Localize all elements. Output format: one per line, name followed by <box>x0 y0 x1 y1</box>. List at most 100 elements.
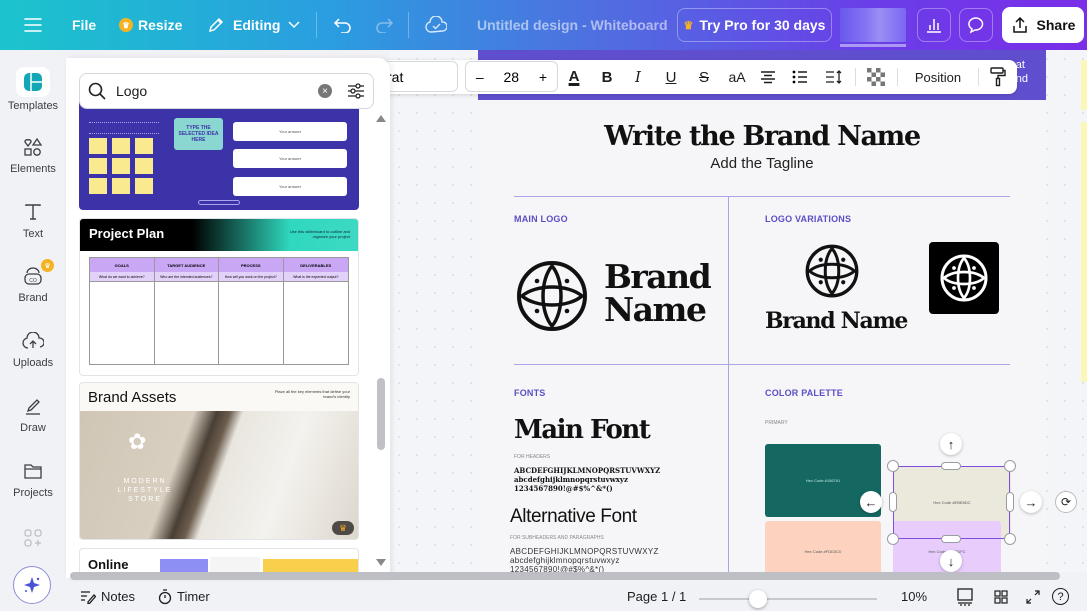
letter-case-button[interactable]: aA <box>725 64 749 90</box>
scroll-up-icon[interactable] <box>376 115 386 122</box>
position-button[interactable]: Position <box>905 64 971 90</box>
rail-item-text[interactable]: Text <box>0 199 66 240</box>
resize-handle[interactable] <box>887 460 899 472</box>
resize-handle[interactable] <box>889 492 897 512</box>
decrease-font-size-button[interactable]: – <box>476 69 484 85</box>
main-menu-button[interactable] <box>24 0 42 50</box>
increase-font-size-button[interactable]: + <box>539 69 547 85</box>
design-title[interactable]: Untitled design - Whiteboard <box>477 0 668 50</box>
rail-item-projects[interactable]: Projects <box>0 458 66 499</box>
text-color-icon: A <box>568 68 580 85</box>
main-font-sample[interactable]: Main Font <box>514 415 651 445</box>
font-size-input[interactable]: 28 <box>504 69 520 85</box>
scroll-down-icon[interactable] <box>376 559 386 566</box>
underline-button[interactable]: U <box>661 64 681 90</box>
flower-logo-icon[interactable] <box>516 260 588 332</box>
redo-button[interactable] <box>374 0 394 50</box>
color-swatch[interactable]: Hex Code #FDD3C0 <box>765 521 881 572</box>
resize-handle[interactable] <box>941 535 961 543</box>
add-up-button[interactable]: ↑ <box>940 433 962 455</box>
list-button[interactable] <box>790 64 810 90</box>
align-center-icon <box>761 71 775 84</box>
page-view-button[interactable] <box>957 582 973 611</box>
add-down-button[interactable]: ↓ <box>940 550 962 572</box>
text-color-button[interactable]: A <box>563 64 585 90</box>
alt-font-charset: ABCDEFGHIJKLMNOPQRSTUVWXYZ abcdefghijklm… <box>510 547 659 572</box>
share-button[interactable]: Share <box>1002 7 1084 43</box>
brand-title[interactable]: Write the Brand Name <box>478 121 1046 152</box>
template-card[interactable]: Brand Assets Place all the key elements … <box>79 382 359 540</box>
logo-wordmark[interactable]: Brand Name <box>604 260 712 326</box>
zoom-slider-handle[interactable] <box>748 590 767 608</box>
resize-handle[interactable] <box>1004 533 1016 545</box>
selection-box[interactable] <box>893 466 1010 539</box>
cloud-check-icon <box>425 16 447 33</box>
file-menu[interactable]: File <box>72 0 96 50</box>
line-spacing-icon <box>826 70 842 84</box>
help-button[interactable]: ? <box>1052 582 1069 611</box>
filter-icon[interactable] <box>347 82 365 100</box>
resize-button[interactable]: ♛ Resize <box>119 0 182 50</box>
collaborator-avatars[interactable] <box>840 8 906 47</box>
main-font-charset: ABCDEFGHIJKLMNOPQRSTUVWXYZ abcdefghijklm… <box>514 466 661 493</box>
cloud-save-status[interactable] <box>425 0 447 50</box>
logo-inverted-tile[interactable] <box>929 242 999 314</box>
try-pro-button[interactable]: ♛ Try Pro for 30 days <box>677 8 832 42</box>
template-card[interactable]: TYPE THE SELECTED IDEA HERE Your answer … <box>79 98 359 210</box>
italic-button[interactable]: I <box>628 64 648 90</box>
panel-scrollbar-thumb[interactable] <box>377 378 385 450</box>
editing-mode-dropdown[interactable]: Editing <box>207 0 300 50</box>
top-bar: File ♛ Resize Editing Untitled design - … <box>0 0 1087 50</box>
insights-button[interactable] <box>917 8 951 42</box>
alternative-font-sample[interactable]: Alternative Font <box>510 506 637 528</box>
expand-icon <box>1026 589 1040 604</box>
italic-icon: I <box>635 68 641 86</box>
horizontal-scrollbar[interactable] <box>70 572 1060 580</box>
pencil-icon <box>208 17 224 33</box>
template-subtitle: Use this whiteboard to outline and organ… <box>289 229 350 239</box>
resize-handle[interactable] <box>1004 460 1016 472</box>
timer-button[interactable]: Timer <box>158 582 210 611</box>
page-indicator[interactable]: Page 1 / 1 <box>627 582 686 611</box>
flower-logo-variation-icon[interactable] <box>805 244 859 298</box>
rotate-button[interactable]: ⟳ <box>1055 491 1077 513</box>
zoom-level[interactable]: 10% <box>901 582 927 611</box>
grid-view-button[interactable] <box>994 582 1008 611</box>
fullscreen-button[interactable] <box>1026 582 1040 611</box>
zoom-slider[interactable] <box>699 598 877 600</box>
crown-icon: ♛ <box>119 18 133 32</box>
logo-inline-wordmark[interactable]: Brand Name <box>765 308 908 334</box>
template-search-box[interactable]: × <box>79 73 374 109</box>
crown-icon: ♛ <box>683 19 694 32</box>
copy-style-button[interactable] <box>987 64 1009 90</box>
align-button[interactable] <box>758 64 778 90</box>
rail-item-apps[interactable] <box>0 525 66 554</box>
panel-scrollbar[interactable] <box>374 113 388 573</box>
divider <box>514 196 1010 197</box>
template-text-lines <box>89 122 159 134</box>
rail-item-draw[interactable]: Draw <box>0 393 66 434</box>
search-input[interactable] <box>116 83 296 99</box>
add-right-button[interactable]: → <box>1020 491 1042 513</box>
comments-button[interactable] <box>959 8 993 42</box>
add-left-button[interactable]: ← <box>860 491 882 513</box>
side-rail: Templates Elements Text CO ♛ Brand Uploa… <box>0 50 66 611</box>
resize-handle[interactable] <box>887 533 899 545</box>
bold-button[interactable]: B <box>597 64 617 90</box>
undo-button[interactable] <box>333 0 353 50</box>
rail-item-uploads[interactable]: Uploads <box>0 328 66 369</box>
rail-item-elements[interactable]: Elements <box>0 134 66 175</box>
strikethrough-button[interactable]: S <box>694 64 714 90</box>
resize-handle[interactable] <box>941 462 961 470</box>
resize-handle[interactable] <box>1006 492 1014 512</box>
font-size-control[interactable]: – 28 + <box>465 61 558 92</box>
rail-item-brand[interactable]: CO ♛ Brand <box>0 259 66 304</box>
template-card[interactable]: Project Plan Use this whiteboard to outl… <box>79 218 359 376</box>
rail-item-templates[interactable]: Templates <box>0 67 66 112</box>
spacing-button[interactable] <box>823 64 845 90</box>
notes-button[interactable]: Notes <box>80 582 135 611</box>
magic-assistant-button[interactable] <box>13 566 51 604</box>
clear-search-icon[interactable]: × <box>318 84 332 98</box>
transparency-button[interactable] <box>866 64 886 90</box>
tagline[interactable]: Add the Tagline <box>478 155 1046 172</box>
